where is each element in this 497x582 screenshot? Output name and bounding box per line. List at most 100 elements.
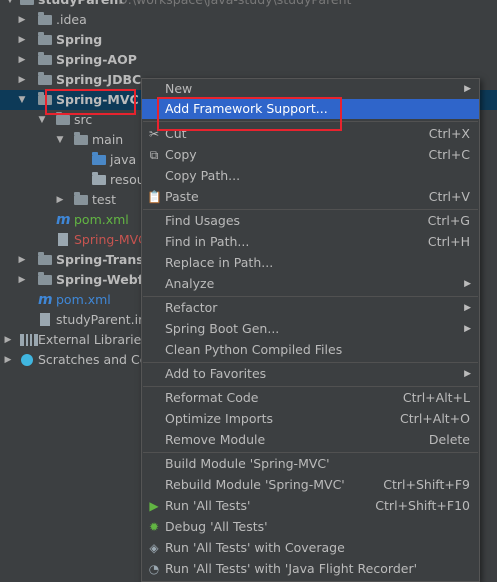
menu-item-label: Copy Path...: [165, 168, 241, 183]
menu-item-label: Add to Favorites: [165, 366, 267, 381]
chevron-right-icon[interactable]: ▶: [16, 50, 28, 70]
menu-item-label: Reformat Code: [165, 390, 259, 405]
chevron-right-icon[interactable]: ▶: [2, 350, 14, 370]
menu-item-find-usages[interactable]: Find Usages Ctrl+G: [142, 211, 479, 231]
menu-item-copy[interactable]: ⧉ Copy Ctrl+C: [142, 145, 479, 165]
menu-item-remove-module[interactable]: Remove Module Delete: [142, 430, 479, 450]
tree-item-studyparent-iml[interactable]: studyParent.im: [0, 310, 150, 330]
menu-item-label: Spring Boot Gen...: [165, 321, 280, 336]
menu-item-label: Find in Path...: [165, 234, 250, 249]
chevron-down-icon[interactable]: ▼: [16, 90, 28, 110]
chevron-right-icon[interactable]: ▶: [16, 250, 28, 270]
menu-item-replace-in-path[interactable]: Replace in Path...: [142, 253, 479, 273]
tree-item-spring[interactable]: ▶ Spring: [0, 30, 140, 50]
tree-item-pom-xml[interactable]: m pom.xml: [0, 210, 140, 230]
menu-item-run-with-flight-recorder[interactable]: ◔ Run 'All Tests' with 'Java Flight Reco…: [142, 559, 479, 579]
chevron-right-icon[interactable]: ▶: [2, 330, 14, 350]
tree-item-spring-jdbc[interactable]: ▶ Spring-JDBC: [0, 70, 141, 90]
tree-item-resources[interactable]: resou: [0, 170, 145, 190]
menu-item-optimize-imports[interactable]: Optimize Imports Ctrl+Alt+O: [142, 409, 479, 429]
menu-item-debug-all-tests[interactable]: ✹ Debug 'All Tests': [142, 517, 479, 537]
menu-item-label: Find Usages: [165, 213, 241, 228]
module-file-icon: [58, 233, 68, 246]
menu-item-build-module[interactable]: Build Module 'Spring-MVC': [142, 454, 479, 474]
tree-item-java[interactable]: java: [0, 150, 140, 170]
menu-separator: [143, 209, 478, 210]
folder-icon: [38, 12, 52, 25]
tree-item-label: External Libraries: [38, 332, 148, 347]
annotation-box-module: [45, 89, 136, 115]
menu-item-label: Optimize Imports: [165, 411, 274, 426]
chevron-down-icon[interactable]: ▼: [4, 0, 16, 10]
menu-item-add-to-favorites[interactable]: Add to Favorites ▶: [142, 364, 479, 384]
tree-item-spring-webflux[interactable]: ▶ Spring-Webflu: [0, 270, 156, 290]
run-icon: ▶: [149, 499, 159, 513]
menu-item-label: Remove Module: [165, 432, 266, 447]
scratches-icon: [21, 354, 33, 366]
tree-item-test[interactable]: ▶ test: [0, 190, 140, 210]
menu-item-label: Run 'All Tests' with Coverage: [165, 540, 345, 555]
tree-item-main[interactable]: ▼ main: [0, 130, 140, 150]
tree-item-label: pom.xml: [74, 212, 129, 227]
context-menu: New ▶ Add Framework Support... ✂ Cut Ctr…: [141, 78, 480, 582]
tree-item-label: java: [110, 152, 137, 167]
tree-item-external-libraries[interactable]: ▶ External Libraries: [0, 330, 148, 350]
debug-icon: ✹: [148, 520, 160, 534]
tree-item-spring-mvc-iml[interactable]: Spring-MVC: [0, 230, 147, 250]
tree-item-label: Scratches and Co: [38, 352, 148, 367]
menu-item-shortcut: Ctrl+G: [427, 213, 470, 228]
maven-icon: m: [38, 292, 53, 308]
menu-item-refactor[interactable]: Refactor ▶: [142, 298, 479, 318]
menu-item-spring-boot-gen[interactable]: Spring Boot Gen... ▶: [142, 319, 479, 339]
library-icon: [20, 334, 38, 346]
menu-item-analyze[interactable]: Analyze ▶: [142, 274, 479, 294]
menu-item-shortcut: Ctrl+C: [428, 147, 470, 162]
tree-item-root-pom-xml[interactable]: m pom.xml: [0, 290, 140, 310]
tree-root-path: D:\workspace\java-study\studyParent: [118, 0, 351, 10]
tree-item-scratches[interactable]: ▶ Scratches and Co: [0, 350, 148, 370]
chevron-right-icon[interactable]: ▶: [54, 190, 66, 210]
menu-item-copy-path[interactable]: Copy Path...: [142, 166, 479, 186]
menu-item-run-with-coverage[interactable]: ◈ Run 'All Tests' with Coverage: [142, 538, 479, 558]
module-folder-icon: [38, 52, 52, 65]
submenu-arrow-icon: ▶: [464, 84, 471, 94]
source-folder-icon: [92, 152, 106, 165]
menu-item-shortcut: Ctrl+Shift+F9: [383, 477, 470, 492]
submenu-arrow-icon: ▶: [464, 303, 471, 313]
maven-icon: m: [56, 212, 71, 228]
tree-item-idea[interactable]: ▶ .idea: [0, 10, 140, 30]
menu-item-paste[interactable]: 📋 Paste Ctrl+V: [142, 187, 479, 207]
menu-item-new[interactable]: New ▶: [142, 79, 479, 99]
tree-root-label: studyParent: [38, 0, 124, 10]
chevron-right-icon[interactable]: ▶: [16, 70, 28, 90]
chevron-right-icon[interactable]: ▶: [16, 270, 28, 290]
menu-item-shortcut: Ctrl+H: [427, 234, 470, 249]
submenu-arrow-icon: ▶: [464, 279, 471, 289]
tree-item-label: Spring-Transa: [56, 252, 153, 267]
submenu-arrow-icon: ▶: [464, 324, 471, 334]
menu-item-label: Build Module 'Spring-MVC': [165, 456, 330, 471]
menu-separator: [143, 386, 478, 387]
profiler-icon: ◔: [148, 562, 160, 576]
folder-icon: [56, 112, 70, 125]
menu-item-clean-python-compiled-files[interactable]: Clean Python Compiled Files: [142, 340, 479, 360]
menu-item-shortcut: Ctrl+Shift+F10: [375, 498, 470, 513]
menu-item-run-all-tests[interactable]: ▶ Run 'All Tests' Ctrl+Shift+F10: [142, 496, 479, 516]
tree-root-row[interactable]: ▼ studyParent D:\workspace\java-study\st…: [0, 0, 497, 10]
tree-item-label: test: [92, 192, 117, 207]
menu-item-find-in-path[interactable]: Find in Path... Ctrl+H: [142, 232, 479, 252]
menu-item-label: Analyze: [165, 276, 215, 291]
menu-item-rebuild-module[interactable]: Rebuild Module 'Spring-MVC' Ctrl+Shift+F…: [142, 475, 479, 495]
menu-item-label: Rebuild Module 'Spring-MVC': [165, 477, 345, 492]
menu-separator: [143, 362, 478, 363]
folder-icon: [20, 0, 34, 5]
chevron-down-icon[interactable]: ▼: [54, 130, 66, 150]
module-file-icon: [40, 313, 50, 326]
tree-item-label: main: [92, 132, 124, 147]
tree-item-label: Spring-MVC: [74, 232, 147, 247]
chevron-right-icon[interactable]: ▶: [16, 30, 28, 50]
tree-item-spring-transaction[interactable]: ▶ Spring-Transa: [0, 250, 152, 270]
menu-item-reformat-code[interactable]: Reformat Code Ctrl+Alt+L: [142, 388, 479, 408]
tree-item-spring-aop[interactable]: ▶ Spring-AOP: [0, 50, 140, 70]
chevron-right-icon[interactable]: ▶: [16, 10, 28, 30]
